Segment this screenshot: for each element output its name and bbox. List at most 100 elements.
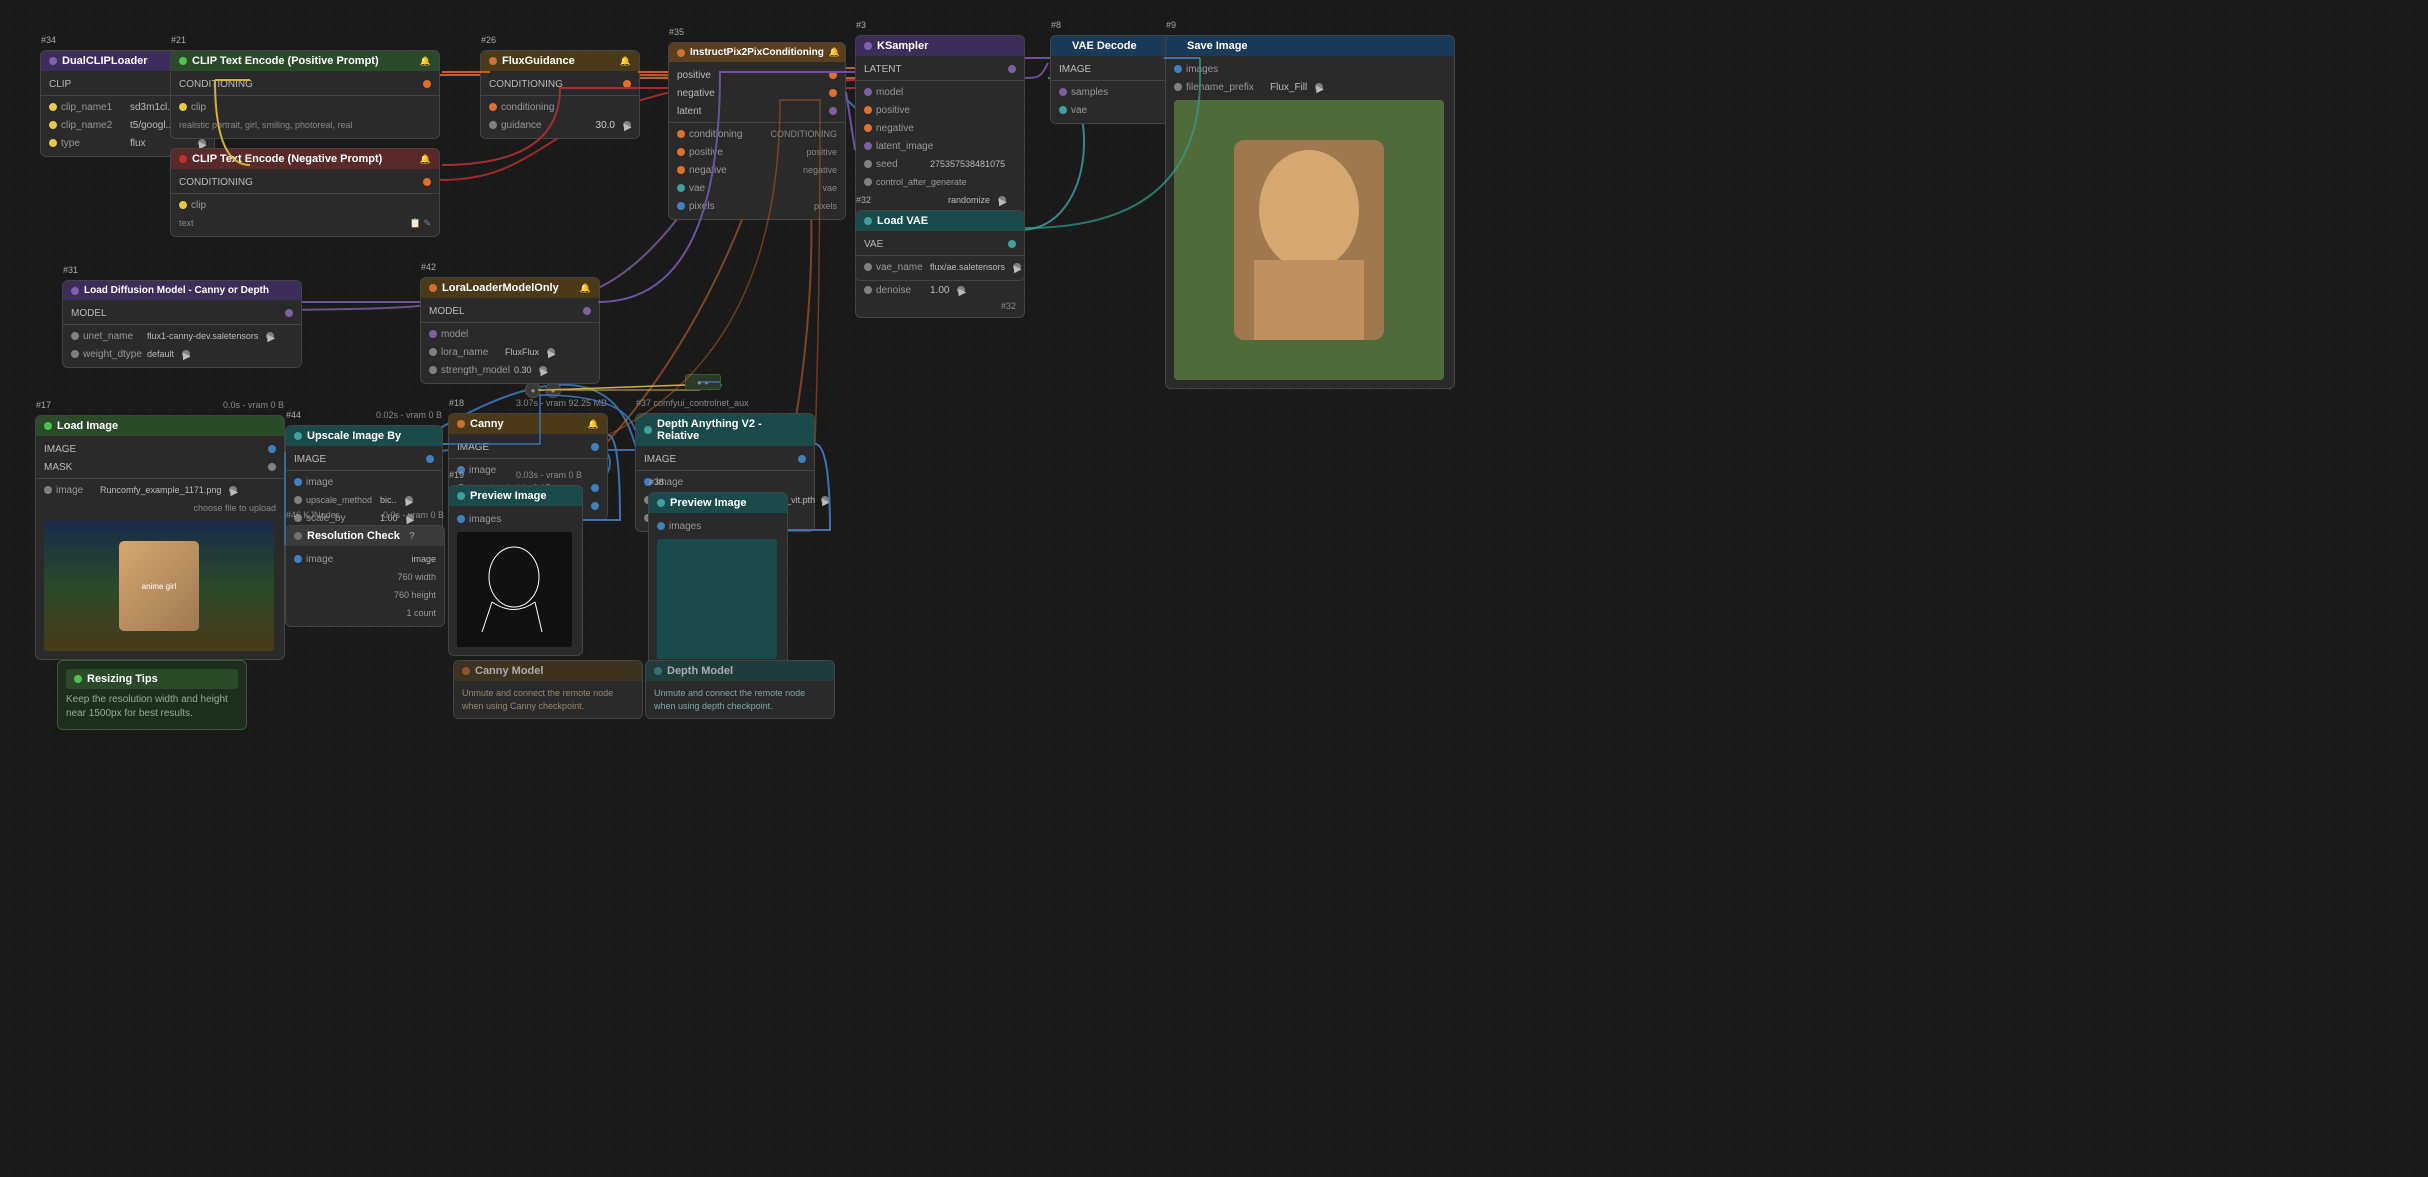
input-port[interactable] <box>677 148 685 156</box>
input-port[interactable] <box>677 202 685 210</box>
node-id: #44 <box>286 410 301 420</box>
input-port[interactable] <box>864 88 872 96</box>
field-lora-name: lora_name FluxFlux ▶ <box>421 343 599 361</box>
input-port[interactable] <box>864 286 872 294</box>
output-port[interactable] <box>583 307 591 315</box>
input-port[interactable] <box>457 515 465 523</box>
input-port[interactable] <box>429 366 437 374</box>
input-port[interactable] <box>489 103 497 111</box>
output-port-value[interactable] <box>591 502 599 510</box>
input-port[interactable] <box>429 330 437 338</box>
output-port[interactable] <box>623 80 631 88</box>
input-port[interactable] <box>49 103 57 111</box>
node-preview-canny: #19 0.03s - vram 0 B Preview Image image… <box>448 485 583 656</box>
field-seed: seed 275357538481075 <box>856 155 1024 173</box>
output-port[interactable] <box>1008 65 1016 73</box>
input-port[interactable] <box>71 332 79 340</box>
node-body: image image 760 width 760 height 1 count <box>286 546 444 626</box>
input-port[interactable] <box>1059 88 1067 96</box>
output-port[interactable] <box>798 455 806 463</box>
output-port-value[interactable] <box>591 484 599 492</box>
field-latent-image: latent_image <box>856 137 1024 155</box>
node-title: CLIP Text Encode (Negative Prompt) <box>192 153 382 165</box>
field-image: image Runcomfy_example_1171.png ▶ <box>36 481 284 499</box>
port-image-output: IMAGE <box>286 450 442 468</box>
output-port-latent[interactable] <box>829 107 837 115</box>
port-conditioning-output: CONDITIONING <box>171 173 439 191</box>
input-port[interactable] <box>1174 83 1182 91</box>
node-id: #26 <box>481 35 496 45</box>
output-port[interactable] <box>591 443 599 451</box>
output-port-positive[interactable] <box>829 71 837 79</box>
input-port[interactable] <box>864 106 872 114</box>
node-title: Upscale Image By <box>307 430 401 442</box>
node-title: FluxGuidance <box>502 55 575 67</box>
input-port[interactable] <box>1174 65 1182 73</box>
canny-preview-image <box>457 532 572 647</box>
field-text-negative: text 📋 ✎ <box>171 214 439 232</box>
output-port[interactable] <box>1008 240 1016 248</box>
field-images: images <box>1166 60 1454 78</box>
field-vae-name: vae_name flux/ae.saletensors ▶ <box>856 258 1024 276</box>
port-mask-output: MASK <box>36 458 284 476</box>
field-unet-name: unet_name flux1-canny-dev.saletensors ▶ <box>63 327 301 345</box>
output-port-mask[interactable] <box>268 463 276 471</box>
field-images: images <box>449 510 582 528</box>
node-body: CONDITIONING clip text 📋 ✎ <box>171 169 439 236</box>
output-port[interactable] <box>423 178 431 186</box>
output-port[interactable] <box>285 309 293 317</box>
field-choose-file[interactable]: choose file to upload <box>36 499 284 517</box>
note-status-dot <box>74 675 82 683</box>
node-id: #3 <box>856 20 866 30</box>
input-port[interactable] <box>49 139 57 147</box>
input-port[interactable] <box>71 350 79 358</box>
port-model-output: MODEL <box>421 302 599 320</box>
node-status-dot <box>294 532 302 540</box>
node-body: Unmute and connect the remote node when … <box>454 681 642 718</box>
input-port[interactable] <box>864 160 872 168</box>
node-title: Preview Image <box>670 497 746 509</box>
input-port[interactable] <box>864 124 872 132</box>
input-port[interactable] <box>179 201 187 209</box>
field-arrow[interactable]: ▶ <box>623 121 631 129</box>
field-image: image <box>286 473 442 491</box>
output-port-negative[interactable] <box>829 89 837 97</box>
input-port[interactable] <box>864 142 872 150</box>
junction-node-2: ● <box>545 382 561 398</box>
input-port[interactable] <box>44 486 52 494</box>
node-header: Load Image <box>36 416 284 436</box>
input-port[interactable] <box>677 130 685 138</box>
output-port-conditioning[interactable] <box>423 80 431 88</box>
node-id: #34 <box>41 35 56 45</box>
input-port[interactable] <box>657 522 665 530</box>
input-port[interactable] <box>864 178 872 186</box>
node-status-dot <box>1174 42 1182 50</box>
depth-preview-image <box>657 539 777 659</box>
input-port[interactable] <box>49 121 57 129</box>
node-status-dot <box>294 432 302 440</box>
input-port[interactable] <box>1059 106 1067 114</box>
node-load-diffusion: #31 Load Diffusion Model - Canny or Dept… <box>62 280 302 368</box>
node-status-dot <box>179 57 187 65</box>
node-header: CLIP Text Encode (Positive Prompt) 🔔 <box>171 51 439 71</box>
node-header: Load VAE <box>856 211 1024 231</box>
field-weight-dtype: weight_dtype default ▶ <box>63 345 301 363</box>
node-title: Resolution Check <box>307 530 400 542</box>
output-port[interactable] <box>426 455 434 463</box>
input-port[interactable] <box>489 121 497 129</box>
field-vae: vae vae <box>669 179 845 197</box>
input-port[interactable] <box>294 496 302 504</box>
input-port[interactable] <box>864 263 872 271</box>
field-filename: filename_prefix Flux_Fill ▶ <box>1166 78 1454 96</box>
node-instruct-pix2pix: #35 InstructPix2PixConditioning 🔔 positi… <box>668 42 846 220</box>
node-clip-text-negative: CLIP Text Encode (Negative Prompt) 🔔 CON… <box>170 148 440 237</box>
field-arrow[interactable]: ▶ <box>198 139 206 147</box>
input-port[interactable] <box>294 555 302 563</box>
input-port[interactable] <box>677 166 685 174</box>
input-port[interactable] <box>429 348 437 356</box>
input-port[interactable] <box>294 478 302 486</box>
input-port-clip[interactable] <box>179 103 187 111</box>
output-port-image[interactable] <box>268 445 276 453</box>
node-header: Upscale Image By <box>286 426 442 446</box>
input-port[interactable] <box>677 184 685 192</box>
